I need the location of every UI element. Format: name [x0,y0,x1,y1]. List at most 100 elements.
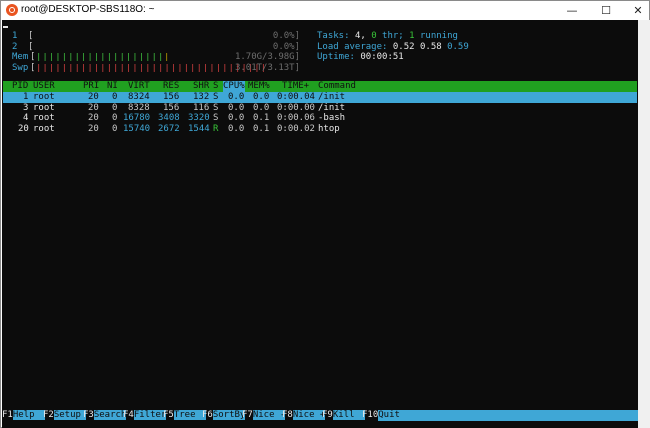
minimize-button[interactable]: — [557,1,587,20]
col-state[interactable]: S [213,81,218,92]
process-table-header: PID USER PRI NI VIRT RES SHR S CPU% MEM%… [3,81,637,92]
row-res: 156 [163,92,180,102]
ubuntu-logo-icon [6,4,18,16]
mem-label: Mem [12,52,29,62]
row-ni: 0 [112,102,118,113]
row-state: R [213,123,219,134]
cpu1-value: 0.0%] [272,31,300,41]
tasks-line: Tasks: 4, 0 thr; 1 running [317,31,458,42]
row-shr: 132 [193,92,210,102]
row-user: root [33,113,55,123]
row-time: 0:00.00 [277,102,315,113]
row-pri: 20 [88,113,99,123]
load-line: Load average: 0.52 0.58 0.59 [317,42,469,53]
cpu1-bracket: [ [28,31,34,41]
fkey-filter[interactable]: F4Filter [123,410,167,421]
row-pid: 1 [23,92,29,102]
row-mem: 0.1 [253,123,270,134]
row-cpu: 0.0 [228,113,245,123]
swap-used-bar: ||||||||||||||||||||||||||||||||||||||||… [36,63,266,72]
process-row[interactable]: 20 root 20 0 15740 2672 1544 R 0.0 0.1 0… [3,124,637,135]
close-button[interactable]: ✕ [623,1,650,20]
row-pid: 3 [23,102,29,113]
fkey-kill[interactable]: F9Kill [322,410,366,421]
load-15min: 0.59 [447,41,469,52]
fkey-nice-minus[interactable]: F7Nice - [242,410,286,421]
mem-meter: Mem [ ||||||||||||||||||||||||||||||||||… [6,52,306,63]
fkey-setup[interactable]: F2Setup [43,410,87,421]
swap-label: Swp [12,62,29,73]
row-user: root [33,123,55,134]
threads-count: 0 [371,31,377,41]
col-pid[interactable]: PID [12,81,28,92]
vertical-scrollbar[interactable] [638,20,650,428]
col-shr[interactable]: SHR [193,81,209,92]
col-res[interactable]: RES [163,81,179,92]
cpu2-value: 0.0%] [272,41,300,52]
row-time: 0:00.06 [277,113,315,123]
fkey-help[interactable]: F1Help [2,410,46,421]
row-state: S [213,102,219,113]
row-pri: 20 [88,92,99,102]
fkey-search[interactable]: F3Search [83,410,127,421]
process-row[interactable]: 4 root 20 0 16780 3408 3320 S 0.0 0.1 0:… [3,113,637,124]
row-pid: 20 [18,123,29,134]
row-command: /init [318,92,346,102]
cpu2-meter: 2 [ 0.0%] [6,42,306,53]
process-row[interactable]: 3 root 20 0 8328 156 116 S 0.0 0.0 0:00.… [3,103,637,114]
col-user[interactable]: USER [33,81,55,92]
col-ni[interactable]: NI [107,81,118,92]
fkey-nice-plus[interactable]: F8Nice + [282,410,326,421]
row-virt: 15740 [123,123,151,134]
maximize-button[interactable]: ☐ [591,1,621,20]
row-virt: 16780 [123,113,151,123]
row-pid: 4 [23,113,29,123]
row-time: 0:00.02 [277,123,315,134]
fkey-sortby[interactable]: F6SortBy [202,410,246,421]
row-state: S [213,92,219,102]
row-command: htop [318,123,340,134]
terminal-area[interactable]: 1 [ 0.0%] 2 [ 0.0%] Mem [ ||||||||||||||… [2,20,638,428]
cpu1-label: 1 [12,31,18,41]
row-pri: 20 [88,102,99,113]
cpu2-bracket: [ [28,41,34,52]
fkey-tree[interactable]: F5Tree [163,410,207,421]
swap-value: 3.01T/3.13T] [234,62,300,73]
col-cpu[interactable]: CPU% [223,81,245,92]
col-pri[interactable]: PRI [83,81,99,92]
row-user: root [33,92,55,102]
threads-label: thr; [382,31,404,41]
uptime-label: Uptime: [317,52,355,62]
load-1min: 0.52 [392,41,415,52]
row-virt: 8328 [128,102,150,113]
swap-bracket: [ [30,62,36,73]
row-state: S [213,113,219,123]
mem-bracket: [ [30,52,36,62]
row-mem: 0.1 [253,113,270,123]
fkey-quit[interactable]: F10Quit [362,410,638,421]
row-virt: 8324 [128,92,150,102]
row-time: 0:00.04 [277,92,315,102]
row-pri: 20 [88,123,99,134]
col-command[interactable]: Command [318,81,356,92]
mem-cache-bar: || [164,53,172,61]
tasks-count: 4, [354,31,366,41]
col-mem[interactable]: MEM% [248,81,270,92]
row-mem: 0.0 [253,92,270,102]
row-command: -bash [318,113,346,123]
process-row[interactable]: 1 root 20 0 8324 156 132 S 0.0 0.0 0:00.… [3,92,637,103]
tasks-label: Tasks: [317,31,350,41]
row-mem: 0.0 [253,102,270,113]
title-bar[interactable]: root@DESKTOP-SBS118O: ~ — ☐ ✕ [1,1,649,20]
window-title: root@DESKTOP-SBS118O: ~ [21,4,155,15]
load-5min: 0.58 [419,41,442,52]
row-shr: 3320 [188,113,210,123]
col-virt[interactable]: VIRT [128,81,150,92]
col-time[interactable]: TIME+ [282,81,309,92]
row-res: 2672 [158,123,180,134]
row-cpu: 0.0 [228,123,245,134]
swap-meter: Swp [ ||||||||||||||||||||||||||||||||||… [6,63,306,74]
text-cursor [3,26,8,28]
function-key-bar: F1Help F2Setup F3Search F4Filter F5Tree … [2,410,638,421]
mem-used-bar: |||||||||||||||||||||||||||||||||||||||| [36,53,166,61]
